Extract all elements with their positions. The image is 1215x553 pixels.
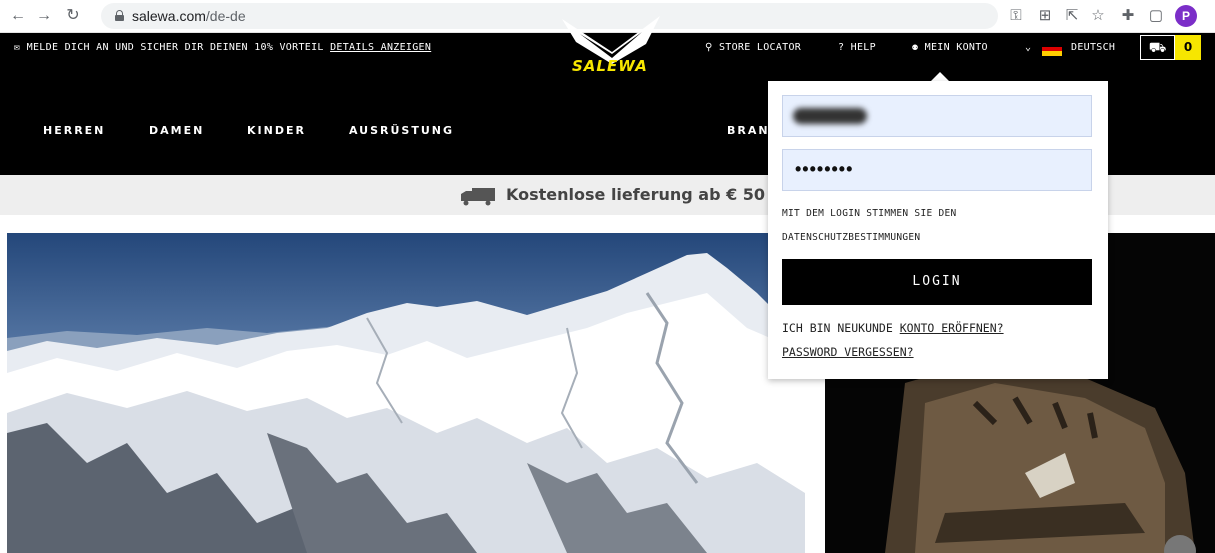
profile-avatar[interactable]: P <box>1175 5 1197 27</box>
language-selector[interactable]: DEUTSCH <box>1071 42 1115 54</box>
help-icon: ? <box>838 42 845 53</box>
key-icon[interactable]: ⚿ <box>1006 6 1026 26</box>
new-customer-row: ICH BIN NEUKUNDE KONTO ERÖFFNEN? <box>782 321 1004 335</box>
salewa-eagle-logo[interactable] <box>560 12 665 87</box>
store-locator-label: STORE LOCATOR <box>718 42 802 53</box>
password-field[interactable]: •••••••• <box>782 149 1092 191</box>
side-panel-icon[interactable]: ▢ <box>1146 6 1166 26</box>
nav-ausruestung[interactable]: AUSRÜSTUNG <box>349 124 454 138</box>
new-customer-text: ICH BIN NEUKUNDE <box>782 321 893 335</box>
details-link[interactable]: DETAILS ANZEIGEN <box>330 42 431 53</box>
redacted-username <box>793 108 867 124</box>
nav-herren[interactable]: HERREN <box>43 124 105 138</box>
user-icon: ⚉ <box>912 42 919 53</box>
extensions-icon[interactable]: ✚ <box>1118 6 1138 26</box>
help-label: HELP <box>850 42 876 53</box>
free-delivery-text: Kostenlose lieferung ab € 50 <box>506 185 766 204</box>
promo-banner: ✉ MELDE DICH AN UND SICHER DIR DEINEN 10… <box>14 42 431 54</box>
nav-damen[interactable]: DAMEN <box>149 124 204 138</box>
back-arrow-icon[interactable]: ← <box>8 6 28 26</box>
lock-icon[interactable] <box>115 10 124 21</box>
cart-count-badge[interactable]: 0 <box>1175 35 1201 60</box>
login-dropdown: •••••••• MIT DEM LOGIN STIMMEN SIE DEN D… <box>768 81 1108 379</box>
url-text[interactable]: salewa.com/de-de <box>132 8 246 24</box>
help-link[interactable]: ? HELP <box>838 42 876 54</box>
forward-arrow-icon[interactable]: → <box>34 6 54 26</box>
nav-kinder[interactable]: KINDER <box>247 124 306 138</box>
promo-text: MELDE DICH AN UND SICHER DIR DEINEN 10% … <box>26 42 324 53</box>
salewa-wordmark[interactable]: SALEWA <box>572 57 648 75</box>
address-bar[interactable]: salewa.com/de-de <box>101 3 998 29</box>
store-locator-link[interactable]: ⚲ STORE LOCATOR <box>705 42 801 54</box>
create-account-link[interactable]: KONTO ERÖFFNEN? <box>900 321 1004 335</box>
consent-text-line1: MIT DEM LOGIN STIMMEN SIE DEN <box>782 208 957 219</box>
german-flag-icon[interactable] <box>1042 42 1062 56</box>
share-icon[interactable]: ⇱ <box>1062 6 1082 26</box>
chevron-down-icon[interactable]: ⌄ <box>1025 42 1031 54</box>
nav-brand[interactable]: BRAN <box>727 124 770 138</box>
privacy-policy-link[interactable]: DATENSCHUTZBESTIMMUNGEN <box>782 232 920 244</box>
forgot-password-link[interactable]: PASSWORD VERGESSEN? <box>782 345 914 359</box>
reload-icon[interactable]: ↻ <box>63 6 83 26</box>
cart-icon[interactable]: ⛟ <box>1140 35 1175 60</box>
password-mask: •••••••• <box>795 159 854 179</box>
truck-icon <box>461 188 495 206</box>
login-button[interactable]: LOGIN <box>782 259 1092 305</box>
hero-mountain-image[interactable] <box>7 233 805 553</box>
star-icon[interactable]: ☆ <box>1088 6 1108 26</box>
my-account-label: MEIN KONTO <box>924 42 988 53</box>
translate-icon[interactable]: ⊞ <box>1035 6 1055 26</box>
location-pin-icon: ⚲ <box>705 42 713 53</box>
mountain-illustration <box>7 233 805 553</box>
username-field[interactable] <box>782 95 1092 137</box>
my-account-link[interactable]: ⚉ MEIN KONTO <box>912 42 988 54</box>
mail-icon: ✉ <box>14 42 21 53</box>
